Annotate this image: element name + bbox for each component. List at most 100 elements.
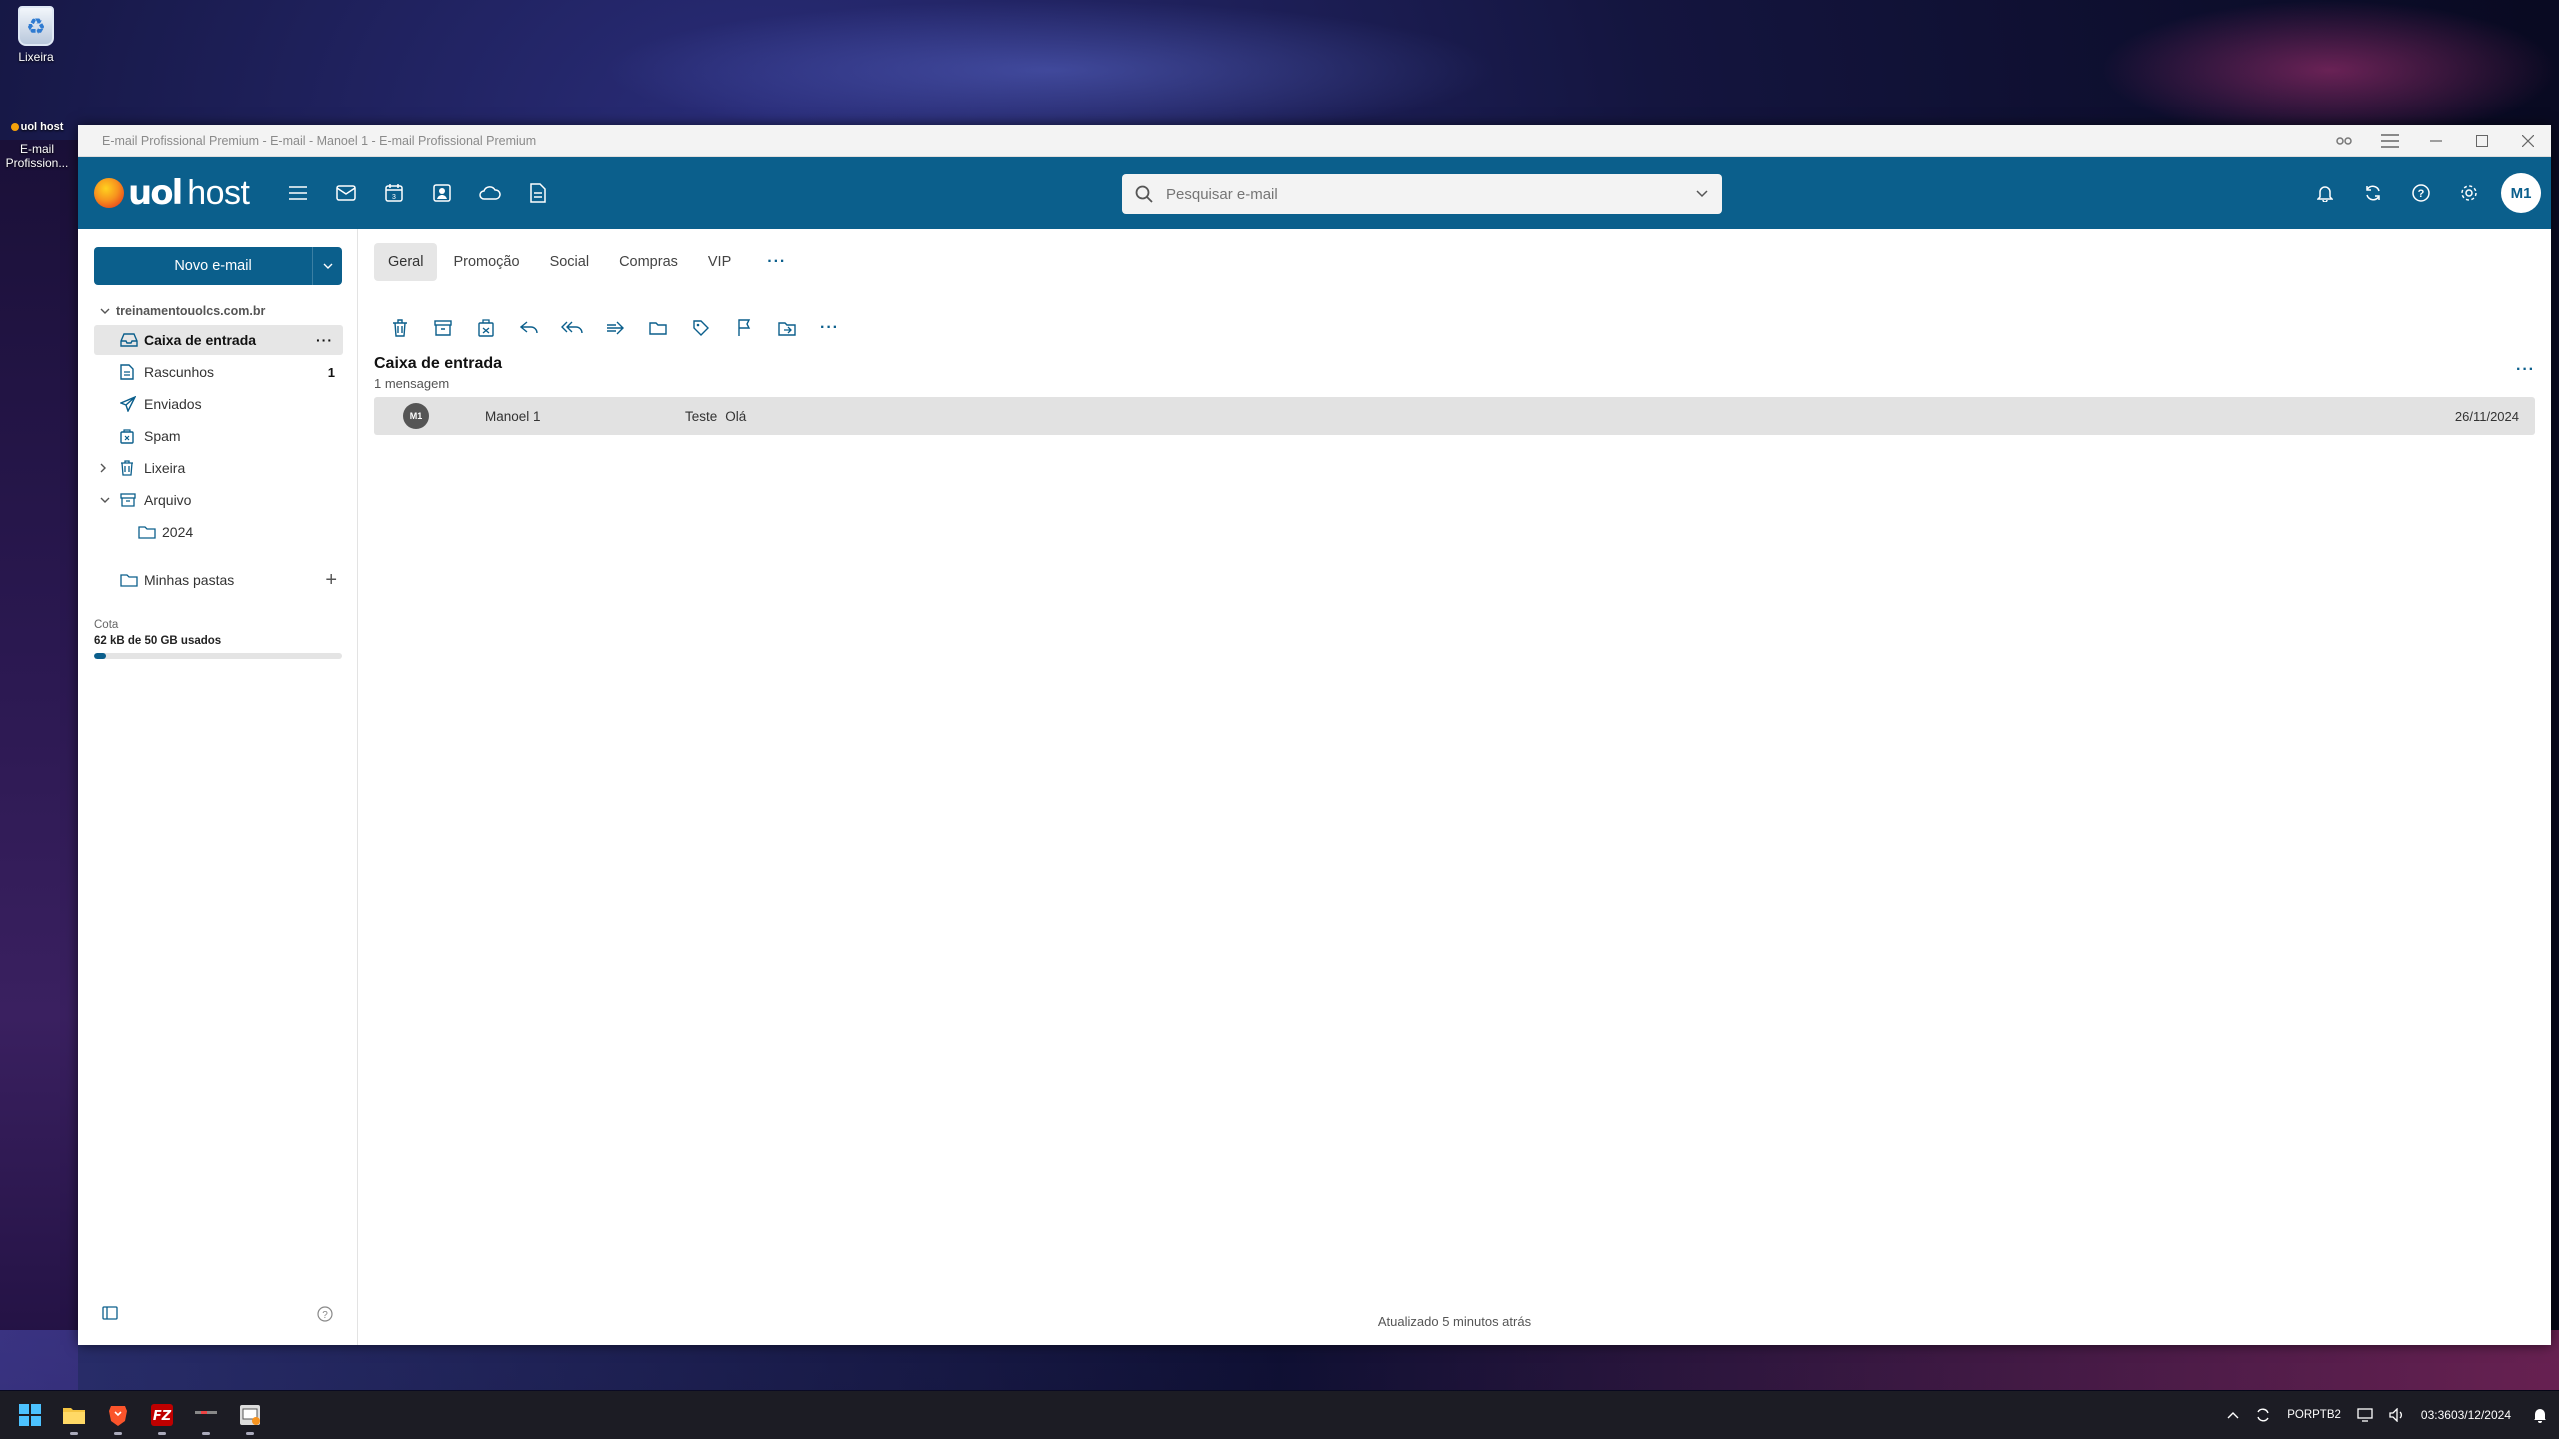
my-folders-section[interactable]: Minhas pastas + [94,565,343,595]
notification-bell-icon[interactable] [2525,1407,2559,1423]
sidebar-item-drafts[interactable]: Rascunhos 1 [94,357,343,387]
trash-icon [120,460,144,476]
tab-geral[interactable]: Geral [374,243,438,281]
send-icon [120,396,144,412]
sidebar-item-archive[interactable]: Arquivo [94,485,343,515]
svg-text:?: ? [322,1310,328,1321]
message-count: 1 mensagem [374,376,450,391]
sync-tray-icon[interactable] [2247,1407,2279,1423]
filezilla-icon[interactable]: FZ [140,1393,184,1437]
desktop-email-shortcut[interactable]: uol host E-mail Profission... [2,120,72,170]
more-actions-icon[interactable]: ··· [808,313,851,343]
email-app-icon[interactable] [228,1393,272,1437]
new-email-button[interactable]: Novo e-mail [94,247,342,285]
tab-social[interactable]: Social [536,243,604,281]
my-folders-label: Minhas pastas [144,572,235,588]
message-date: 26/11/2024 [2454,408,2519,424]
category-tabs: Geral Promoção Social Compras VIP ··· [374,243,2551,281]
tab-promocao[interactable]: Promoção [439,243,533,281]
cloud-icon[interactable] [466,169,514,217]
more-options-icon[interactable]: ··· [316,332,333,348]
help-icon[interactable]: ? [317,1306,333,1327]
chevron-up-icon[interactable] [2219,1411,2247,1419]
collapse-sidebar-icon[interactable] [102,1306,118,1327]
bell-icon[interactable] [2301,169,2349,217]
brave-browser-icon[interactable] [96,1393,140,1437]
search-icon [1122,185,1166,203]
forward-icon[interactable] [593,313,636,343]
search-input[interactable] [1166,185,1682,203]
tab-vip[interactable]: VIP [694,243,745,281]
calendar-icon[interactable]: 3 [370,169,418,217]
chevron-down-icon[interactable] [1682,190,1722,198]
sidebar-item-inbox[interactable]: Caixa de entrada ··· [94,325,343,355]
sidebar-item-2024[interactable]: 2024 [94,517,343,547]
reply-icon[interactable] [507,313,550,343]
extensions-icon[interactable] [2321,125,2367,156]
list-options-icon[interactable]: ··· [2516,361,2535,379]
document-icon[interactable] [514,169,562,217]
file-explorer-icon[interactable] [52,1393,96,1437]
sync-icon[interactable] [2349,169,2397,217]
delete-icon[interactable] [378,313,421,343]
search-bar[interactable] [1122,174,1722,214]
desktop-recycle-bin[interactable]: Lixeira [10,6,62,64]
network-icon[interactable] [2349,1408,2381,1422]
folder-label: Spam [144,428,181,444]
chevron-down-icon[interactable] [100,485,110,515]
svg-text:?: ? [2418,188,2425,200]
tab-compras[interactable]: Compras [605,243,692,281]
quota-used: 62 kB de 50 GB usados [94,635,222,647]
folder-label: Rascunhos [144,364,215,380]
account-name: treinamentouolcs.com.br [116,304,266,318]
account-header[interactable]: treinamentouolcs.com.br [94,299,343,323]
flag-icon[interactable] [722,313,765,343]
sidebar-item-trash[interactable]: Lixeira [94,453,343,483]
more-tabs-icon[interactable]: ··· [767,253,786,271]
hamburger-menu-icon[interactable] [274,169,322,217]
windows-start-icon[interactable] [8,1393,52,1437]
archive-icon[interactable] [421,313,464,343]
volume-icon[interactable] [2381,1408,2413,1422]
chevron-right-icon[interactable] [100,453,106,483]
gear-icon[interactable] [2445,169,2493,217]
mail-icon[interactable] [322,169,370,217]
language-indicator[interactable]: POR PTB2 [2279,1408,2349,1423]
folder-title: Caixa de entrada [374,355,503,372]
tag-icon[interactable] [679,313,722,343]
move-to-folder-icon[interactable] [636,313,679,343]
message-row[interactable]: M1 Manoel 1 Teste Olá 26/11/2024 [374,397,2535,435]
spam-icon[interactable] [464,313,507,343]
chevron-down-icon[interactable] [312,247,342,285]
uol-host-logo[interactable]: uol host [94,173,254,213]
contacts-icon[interactable] [418,169,466,217]
uol-sun-icon [10,123,19,131]
shortcut-label: Profission... [5,156,69,170]
sidebar: Novo e-mail treinamentouolcs.com.br Caix… [78,229,358,1345]
terminal-icon[interactable] [184,1393,228,1437]
minimize-button[interactable] [2413,125,2459,156]
clock-date: 03/12/2024 [2450,1408,2511,1422]
inbox-icon [120,333,144,347]
folder-label: Lixeira [144,460,186,476]
quota-label: Cota [94,619,119,631]
add-folder-icon[interactable]: + [325,569,337,592]
wallpaper-strip [0,140,78,1390]
uol-sun-icon [94,178,124,208]
shortcut-label: E-mail [19,142,54,156]
app-switcher: 3 [274,169,562,217]
help-icon[interactable]: ? [2397,169,2445,217]
close-button[interactable] [2505,125,2551,156]
message-preview: Olá [725,408,747,424]
sidebar-item-spam[interactable]: Spam [94,421,343,451]
move-icon[interactable] [765,313,808,343]
chevron-down-icon [94,308,116,314]
maximize-button[interactable] [2459,125,2505,156]
reply-all-icon[interactable] [550,313,593,343]
clock[interactable]: 03:36 03/12/2024 [2413,1407,2525,1423]
sidebar-item-sent[interactable]: Enviados [94,389,343,419]
user-avatar[interactable]: M1 [2501,173,2541,213]
message-subject: Teste [685,408,718,424]
menu-icon[interactable] [2367,125,2413,156]
app-window: E-mail Profissional Premium - E-mail - M… [78,125,2551,1345]
